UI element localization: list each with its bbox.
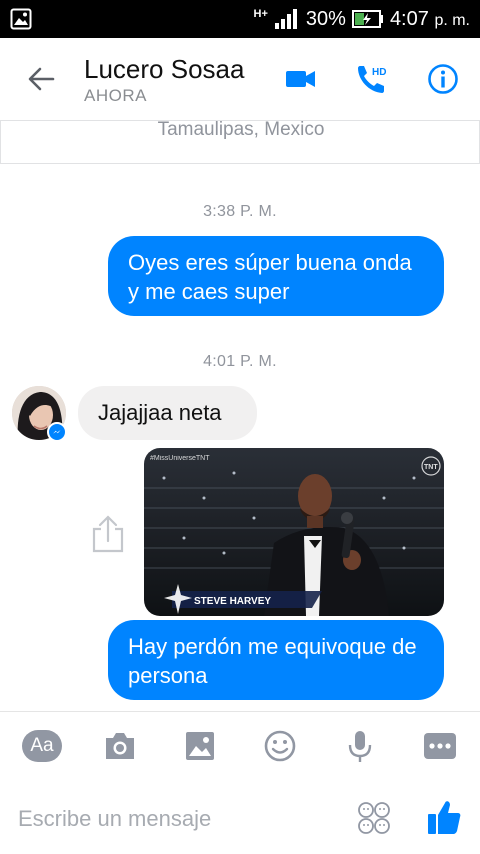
hd-call-icon[interactable]: HD [355,62,389,96]
message-input[interactable]: Escribe un mensaje [18,806,211,832]
steve-harvey-photo: STEVE HARVEY #MissUniverseTNT TNT [144,448,444,616]
messenger-badge-icon [47,422,67,442]
like-icon[interactable] [426,798,462,836]
back-arrow-icon[interactable] [26,64,56,94]
camera-icon[interactable] [101,728,139,764]
more-icon[interactable] [421,728,459,764]
share-icon[interactable] [90,514,126,554]
clock-suffix: p. m. [434,11,470,29]
conversation-header: Lucero Sosaa AHORA HD [0,38,480,120]
text-format-button[interactable]: Aa [22,730,62,762]
shared-photo[interactable]: STEVE HARVEY #MissUniverseTNT TNT [144,448,444,616]
info-icon[interactable] [426,62,460,96]
network-type: H+ [253,8,268,20]
video-call-icon[interactable] [284,62,318,96]
hd-label: HD [372,67,386,78]
outgoing-message[interactable]: Oyes eres súper buena onda y me caes sup… [108,236,444,316]
clock-time: 4:07 [389,7,429,30]
contact-location: Tamaulipas, Mexico [157,119,325,140]
contact-info-card: Tamaulipas, Mexico [0,119,480,164]
contact-active-status: AHORA [84,86,147,105]
stickers-icon[interactable] [356,800,392,836]
outgoing-message[interactable]: Hay perdón me equivoque de persona [108,620,444,700]
battery-percent: 30% [305,7,346,30]
composer-divider [0,711,480,712]
image-icon[interactable] [181,728,219,764]
photo-caption: STEVE HARVEY [194,596,271,607]
contact-name[interactable]: Lucero Sosaa [84,54,244,85]
status-bar: H+ 30% 4:07 p. m. [0,0,480,38]
timestamp: 3:38 P. M. [203,203,277,220]
photo-watermark: #MissUniverseTNT [150,455,210,462]
photo-channel-logo: TNT [424,464,438,471]
gallery-icon [10,8,32,30]
microphone-icon[interactable] [341,728,379,764]
signal-icon [274,9,297,29]
battery-icon [351,10,383,28]
timestamp: 4:01 P. M. [203,353,277,370]
incoming-message[interactable]: Jajajjaa neta [78,386,257,440]
clock: 4:07 p. m. [390,8,470,31]
emoji-icon[interactable] [261,728,299,764]
